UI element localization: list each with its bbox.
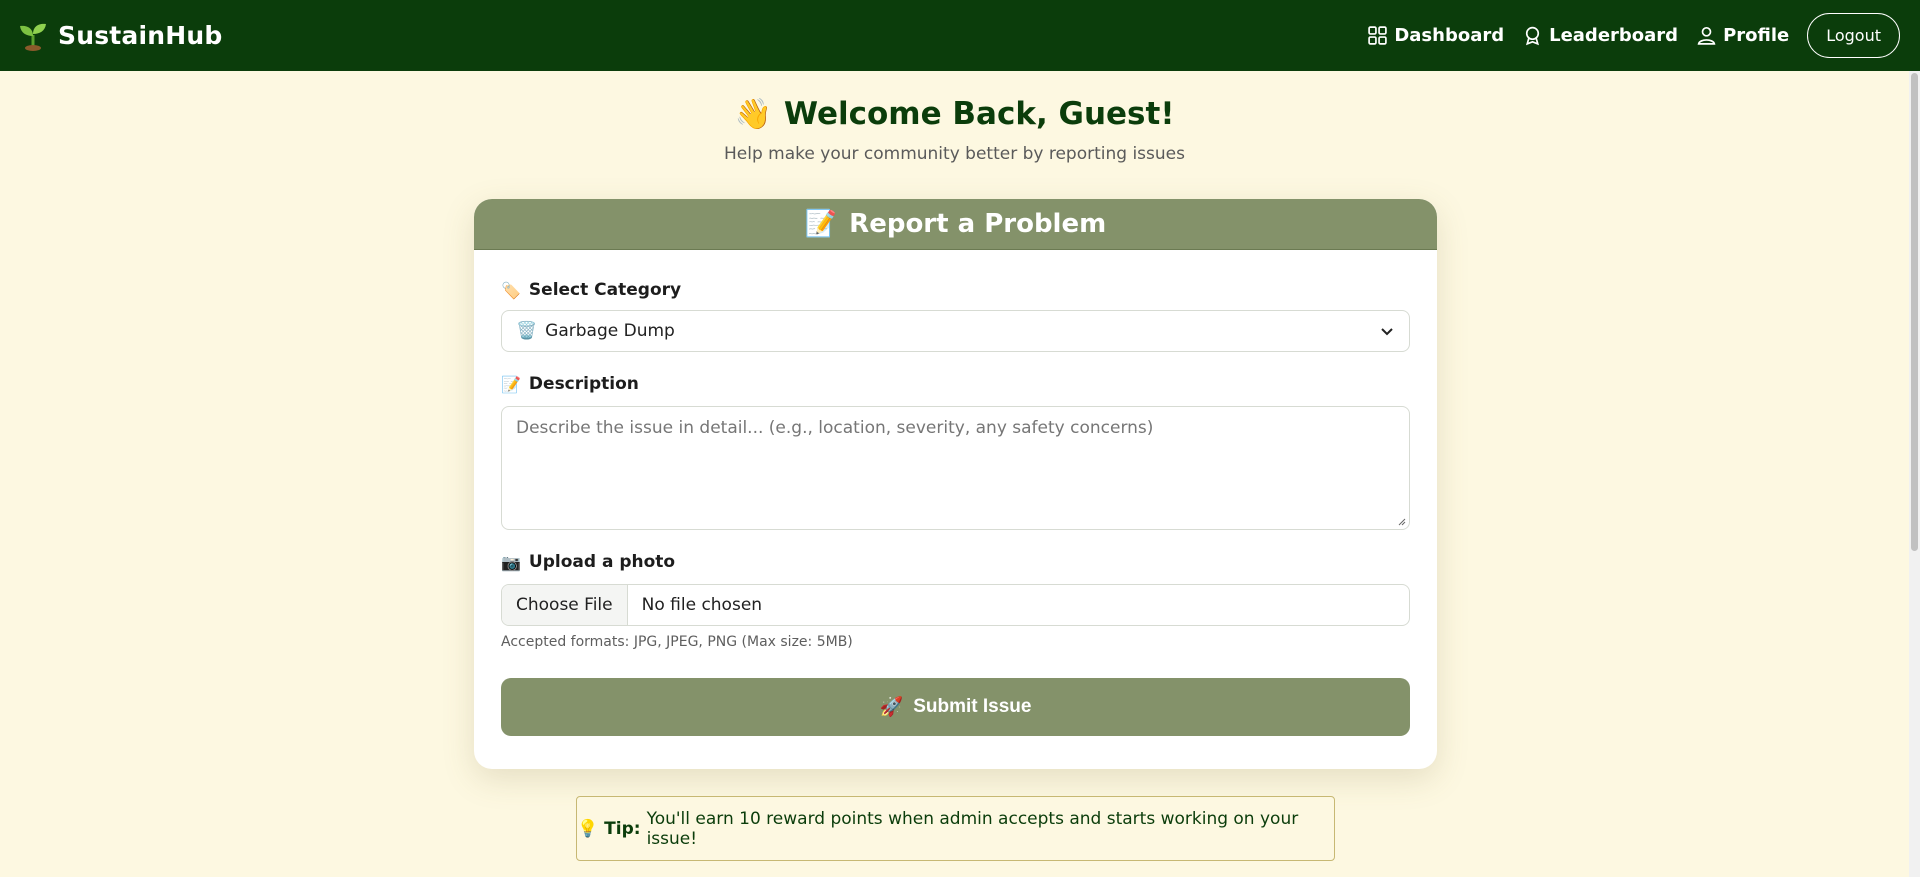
nav-link-label: Leaderboard [1549,25,1679,46]
photo-label-text: Upload a photo [528,552,676,572]
waving-hand-icon: 👋 [734,96,772,132]
welcome-title-text: Welcome Back, Guest! [783,96,1175,132]
category-selected-value: 🗑️ Garbage Dump [516,321,675,341]
award-icon [1525,26,1540,46]
page-scrollbar[interactable] [1909,71,1920,877]
person-icon [1697,26,1716,45]
scrollbar-thumb[interactable] [1911,73,1918,551]
camera-icon: 📷 [501,552,521,572]
description-placeholder: Describe the issue in detail... (e.g., l… [516,418,1154,438]
upload-hint: Accepted formats: JPG, JPEG, PNG (Max si… [501,634,853,650]
light-bulb-icon: 💡 [577,818,599,839]
category-label: 🏷️ Select Category [501,280,1410,300]
form-body: 🏷️ Select Category 🗑️ Garbage Dump 📝 Des… [474,280,1437,736]
description-label-text: Description [528,374,639,394]
chevron-down-icon [1381,328,1393,336]
report-form-card: 📝 Report a Problem 🏷️ Select Category 🗑️… [474,199,1437,769]
grid-icon [1368,26,1388,45]
submit-issue-button[interactable]: 🚀 Submit Issue [501,678,1410,736]
category-label-text: Select Category [528,280,682,300]
memo-icon: 📝 [501,374,521,394]
tag-icon: 🏷️ [501,280,521,300]
category-select[interactable]: 🗑️ Garbage Dump [501,310,1410,352]
nav-link-profile[interactable]: Profile [1696,25,1789,46]
logout-button[interactable]: Logout [1807,13,1900,58]
submit-label: Submit Issue [913,696,1032,717]
nav-link-label: Profile [1723,25,1790,46]
choose-file-button[interactable]: Choose File [502,585,628,625]
welcome-section: 👋 Welcome Back, Guest! Help make your co… [0,96,1909,164]
rocket-icon: 🚀 [879,697,904,718]
photo-file-input[interactable]: Choose File No file chosen [501,584,1410,626]
file-status: No file chosen [641,595,763,615]
welcome-subtitle: Help make your community better by repor… [724,144,1185,164]
brand-name: SustainHub [58,21,223,50]
photo-label: 📷 Upload a photo [501,552,1410,572]
nav-links: Dashboard Leaderboard Profile Logout [1367,13,1900,58]
nav-link-dashboard[interactable]: Dashboard [1367,25,1504,46]
brand[interactable]: SustainHub [18,21,223,51]
category-selected-text: Garbage Dump [545,321,675,341]
tip-text: You'll earn 10 reward points when admin … [646,808,1299,849]
description-textarea[interactable]: Describe the issue in detail... (e.g., l… [501,406,1410,530]
wastebasket-icon: 🗑️ [516,321,538,341]
top-navbar: SustainHub Dashboard Leaderboard Profile… [0,0,1920,71]
nav-link-label: Dashboard [1394,25,1505,46]
nav-link-leaderboard[interactable]: Leaderboard [1522,25,1678,46]
resize-handle-icon[interactable] [1396,516,1406,526]
welcome-title: 👋 Welcome Back, Guest! [735,96,1175,132]
description-label: 📝 Description [501,374,1410,394]
card-header: 📝 Report a Problem [474,199,1437,250]
card-title: Report a Problem [849,209,1107,239]
memo-icon: 📝 [804,209,838,239]
tip-box: 💡 Tip: You'll earn 10 reward points when… [576,796,1335,861]
tip-prefix: Tip: [604,818,641,839]
sprout-icon [20,23,46,51]
